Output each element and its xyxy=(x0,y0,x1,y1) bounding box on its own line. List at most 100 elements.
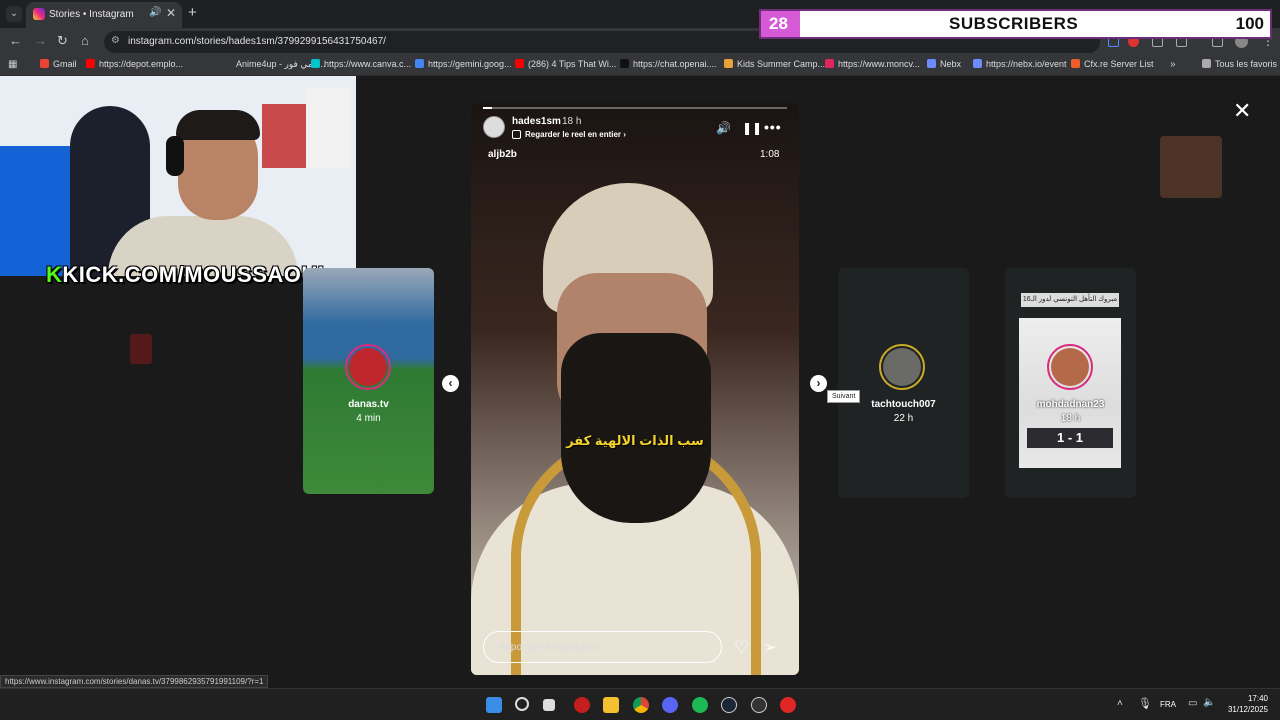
home-button[interactable]: ⌂ xyxy=(81,33,89,48)
tray-chevron-icon[interactable]: ˄ xyxy=(1117,698,1123,709)
bookmark-item[interactable]: https://depot.emplo... xyxy=(86,59,183,73)
bookmark-item[interactable]: https://www.moncv... xyxy=(825,59,920,73)
tab-title: Stories • Instagram xyxy=(49,9,134,20)
bookmark-item[interactable]: https://chat.openai.... xyxy=(620,59,717,73)
tab-list-button[interactable]: ⌄ xyxy=(6,6,22,22)
task-view-icon[interactable] xyxy=(543,699,555,711)
story-timestamp: 18 h xyxy=(562,116,582,127)
app-icon[interactable] xyxy=(574,697,590,713)
all-bookmarks-label: Tous les favoris xyxy=(1215,59,1278,69)
bookmark-item[interactable]: https://nebx.io/event xyxy=(973,59,1067,73)
back-button[interactable]: ← xyxy=(9,33,22,48)
pause-icon[interactable]: ❚❚ xyxy=(742,121,762,135)
speaker-icon[interactable]: 🔈 xyxy=(1203,697,1215,708)
discord-icon[interactable] xyxy=(662,697,678,713)
bookmark-label: https://nebx.io/event xyxy=(986,59,1067,69)
story-avatar xyxy=(1047,344,1093,390)
obs-icon[interactable] xyxy=(751,697,767,713)
bookmark-label: https://depot.emplo... xyxy=(99,59,184,69)
webcam-overlay xyxy=(0,76,356,276)
bookmark-favicon-icon xyxy=(927,59,936,68)
story-author-username[interactable]: hades1sm xyxy=(512,116,561,127)
video-subtitle: سب الذات الالهية كفر xyxy=(566,433,704,448)
reload-button[interactable]: ↻ xyxy=(57,33,68,49)
bookmark-label: Cfx.re Server List xyxy=(1084,59,1154,69)
apps-grid-icon[interactable]: ▦ xyxy=(8,59,17,70)
story-avatar xyxy=(879,344,925,390)
story-author-avatar[interactable] xyxy=(483,116,505,138)
kick-url: KICK.COM/MOUSSAOUI xyxy=(62,262,325,287)
story-progress-bar xyxy=(483,107,787,109)
faded-story-thumbnail[interactable] xyxy=(130,334,152,364)
match-score: 1 - 1 xyxy=(1027,428,1113,448)
bookmarks-bar: ▦ Gmail https://depot.emplo... Anime4up - … xyxy=(0,56,1280,76)
story-time: 22 h xyxy=(893,413,914,424)
story-card-danas[interactable]: danas.tv 4 min xyxy=(303,268,434,494)
story-card-tachtouch[interactable]: tachtouch007 22 h xyxy=(838,268,969,498)
bookmark-item[interactable]: Nebx xyxy=(927,59,961,73)
bookmark-favicon-icon xyxy=(86,59,95,68)
story-username: mohdadnan23 xyxy=(1036,399,1105,410)
next-tooltip: Suivant xyxy=(827,390,861,403)
address-url: instagram.com/stories/hades1sm/379929915… xyxy=(128,36,386,47)
system-clock[interactable]: 17:40 31/12/2025 xyxy=(1222,693,1268,715)
reel-icon xyxy=(512,130,521,139)
search-icon[interactable] xyxy=(515,697,529,711)
previous-story-button[interactable]: ‹ xyxy=(442,375,459,392)
spotify-icon[interactable] xyxy=(692,697,708,713)
tab-close-icon[interactable]: ✕ xyxy=(166,6,176,20)
steam-icon[interactable] xyxy=(721,697,737,713)
bookmark-item[interactable]: https://www.canva.c... xyxy=(311,59,411,73)
more-options-icon[interactable]: ••• xyxy=(764,119,782,135)
bookmark-favicon-icon xyxy=(825,59,834,68)
story-duration: 1:08 xyxy=(760,149,780,160)
subscriber-goal: 100 xyxy=(1235,14,1264,33)
send-icon[interactable]: ➢ xyxy=(764,638,777,656)
story-banner: مبروك التأهل التونسي لدور الـ16 xyxy=(1021,293,1119,307)
bookmark-label: Nebx xyxy=(940,59,962,69)
app-icon[interactable] xyxy=(780,697,796,713)
watch-full-reel-link[interactable]: Regarder le reel en entier › xyxy=(525,130,626,139)
site-info-icon[interactable]: ⚙ xyxy=(111,35,120,46)
kick-channel-overlay: KKICK.COM/MOUSSAOUI xyxy=(46,262,324,288)
bookmark-item[interactable]: https://gemini.goog... xyxy=(415,59,512,73)
all-bookmarks-folder[interactable]: Tous les favoris xyxy=(1202,59,1277,73)
bookmark-favicon-icon xyxy=(973,59,982,68)
bookmark-label: https://www.canva.c... xyxy=(324,59,412,69)
story-tag: aljb2b xyxy=(488,149,517,160)
clock-time: 17:40 xyxy=(1247,694,1268,703)
file-explorer-icon[interactable] xyxy=(603,697,619,713)
instagram-icon xyxy=(33,8,45,20)
next-story-button[interactable]: › xyxy=(810,375,827,392)
bookmark-label: https://chat.openai.... xyxy=(633,59,717,69)
current-story[interactable]: hades1sm 18 h Regarder le reel en entier… xyxy=(471,103,799,675)
volume-icon[interactable]: 🔊 xyxy=(716,121,731,135)
bookmark-item[interactable]: Cfx.re Server List xyxy=(1071,59,1154,73)
reply-input[interactable]: Répondre à hades1sm... xyxy=(483,631,722,663)
start-icon[interactable] xyxy=(486,697,502,713)
bookmark-item[interactable]: Kids Summer Camp... xyxy=(724,59,825,73)
browser-tab[interactable]: Stories • Instagram 🔊 ✕ xyxy=(26,2,182,28)
story-card-mohdadnan[interactable]: مبروك التأهل التونسي لدور الـ16 mohdadna… xyxy=(1005,268,1136,498)
faded-story-thumbnail[interactable] xyxy=(1160,136,1222,198)
bookmark-favicon-icon xyxy=(515,59,524,68)
new-tab-button[interactable]: + xyxy=(188,4,197,21)
tab-audio-icon[interactable]: 🔊 xyxy=(149,7,161,18)
more-bookmarks-icon[interactable]: » xyxy=(1170,59,1176,70)
bookmark-item[interactable]: Gmail xyxy=(40,59,77,73)
forward-button[interactable]: → xyxy=(34,33,47,48)
microphone-icon[interactable]: 🎙 xyxy=(1138,697,1152,710)
bookmark-item[interactable]: (286) 4 Tips That Wi... xyxy=(515,59,616,73)
chrome-icon[interactable] xyxy=(633,697,649,713)
instagram-story-viewer: KKICK.COM/MOUSSAOUI danas.tv 4 min tacht… xyxy=(0,76,1280,688)
network-icon[interactable]: ▭ xyxy=(1188,698,1197,709)
input-language[interactable]: FRA xyxy=(1160,700,1176,709)
bookmark-favicon-icon xyxy=(40,59,49,68)
close-icon[interactable]: ✕ xyxy=(1233,98,1251,124)
windows-taskbar: ˄ 🎙 FRA ▭ 🔈 17:40 31/12/2025 xyxy=(0,688,1280,720)
bookmark-label: https://www.moncv... xyxy=(838,59,920,69)
bookmark-label: Gmail xyxy=(53,59,77,69)
story-username: danas.tv xyxy=(348,399,389,410)
bookmark-favicon-icon xyxy=(724,59,733,68)
like-heart-icon[interactable]: ♡ xyxy=(734,638,749,658)
